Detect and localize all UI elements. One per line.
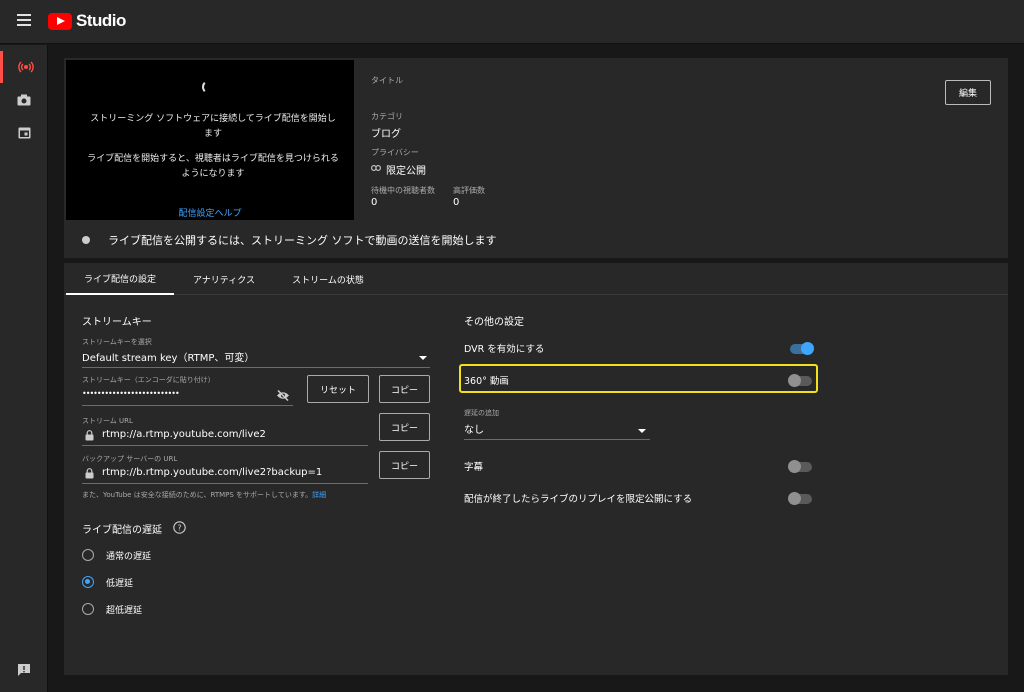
sidebar-item-webcam[interactable] — [0, 84, 48, 116]
latency-normal-radio[interactable] — [82, 549, 94, 561]
edit-button[interactable]: 編集 — [945, 80, 991, 105]
live-broadcast-icon — [17, 61, 34, 73]
stream-preview: ストリーミング ソフトウェアに接続してライブ配信を開始します ライブ配信を開始す… — [66, 60, 354, 220]
category-value: ブログ — [371, 129, 401, 140]
youtube-logo-icon — [48, 12, 72, 30]
dropdown-arrow-icon[interactable] — [419, 356, 427, 360]
lock-icon — [85, 468, 94, 479]
latency-normal-label: 通常の遅延 — [106, 552, 152, 562]
privacy-label: プライバシー — [371, 148, 419, 157]
category-label: カテゴリ — [371, 112, 403, 121]
rtmps-note: また、YouTube は安全な接続のために、RTMPS をサポートしています。詳… — [82, 490, 326, 500]
stream-url-label: ストリーム URL — [82, 417, 133, 425]
title-label: タイトル — [371, 76, 403, 85]
loading-spinner-icon — [202, 80, 216, 94]
tab-stream-settings[interactable]: ライブ配信の設定 — [66, 263, 174, 295]
stream-overview-card: ストリーミング ソフトウェアに接続してライブ配信を開始します ライブ配信を開始す… — [64, 58, 1008, 258]
top-bar: Studio — [0, 0, 1024, 44]
latency-low-radio[interactable] — [82, 576, 94, 588]
stream-status-row: ライブ配信を公開するには、ストリーミング ソフトで動画の送信を開始します — [64, 226, 1008, 258]
dvr-toggle[interactable] — [790, 342, 814, 355]
lock-icon — [85, 430, 94, 441]
link-icon — [371, 165, 381, 171]
hamburger-menu-icon[interactable] — [17, 14, 31, 26]
backup-url-field[interactable]: rtmp://b.rtmp.youtube.com/live2?backup=1 — [102, 467, 322, 478]
settings-help-link[interactable]: 配信設定ヘルプ — [66, 206, 354, 219]
svg-text:?: ? — [177, 524, 181, 533]
latency-ultralow-label: 超低遅延 — [106, 606, 143, 616]
settings-tabs: ライブ配信の設定 アナリティクス ストリームの状態 — [64, 263, 1008, 295]
rtmps-note-text: また、YouTube は安全な接続のために、RTMPS をサポートしています。 — [82, 491, 313, 499]
url-underline — [82, 445, 368, 446]
learn-more-link[interactable]: 詳細 — [312, 491, 326, 499]
preview-message: ストリーミング ソフトウェアに接続してライブ配信を開始します — [90, 114, 336, 139]
tab-analytics[interactable]: アナリティクス — [178, 263, 270, 295]
captions-label: 字幕 — [464, 462, 484, 473]
stream-key-label: ストリームキー（エンコーダに貼り付け） — [82, 376, 215, 384]
reset-button[interactable]: リセット — [307, 375, 369, 403]
stream-key-select[interactable]: Default stream key（RTMP、可変） — [82, 349, 254, 364]
video360-label: 360° 動画 — [464, 376, 509, 387]
replay-unlisted-toggle[interactable] — [788, 492, 812, 505]
stream-url-field[interactable]: rtmp://a.rtmp.youtube.com/live2 — [102, 429, 266, 440]
latency-title: ライブ配信の遅延 — [82, 525, 162, 536]
backup-underline — [82, 483, 368, 484]
privacy-value: 限定公開 — [386, 166, 426, 177]
status-indicator-icon — [82, 236, 90, 244]
sidebar-item-stream[interactable] — [0, 51, 48, 83]
delay-select[interactable]: なし — [464, 421, 484, 436]
video360-toggle[interactable] — [788, 374, 812, 387]
key-underline — [82, 405, 293, 406]
latency-ultralow-radio[interactable] — [82, 603, 94, 615]
help-icon[interactable]: ? — [173, 521, 186, 534]
sidebar — [0, 45, 48, 692]
delay-label: 遅延の追加 — [464, 409, 499, 417]
copy-url-button[interactable]: コピー — [379, 413, 430, 441]
app-name: Studio — [76, 11, 126, 30]
calendar-icon — [18, 127, 30, 138]
viewers-value: 0 — [371, 197, 378, 208]
tab-stream-health[interactable]: ストリームの状態 — [278, 263, 378, 295]
likes-label: 高評価数 — [453, 186, 485, 195]
visibility-off-icon[interactable] — [276, 390, 290, 401]
copy-key-button[interactable]: コピー — [379, 375, 430, 403]
camera-icon — [17, 94, 31, 106]
preview-submessage: ライブ配信を開始すると、視聴者はライブ配信を見つけられるようになります — [87, 154, 339, 179]
viewers-label: 待機中の視聴者数 — [371, 186, 435, 195]
copy-backup-button[interactable]: コピー — [379, 451, 430, 479]
likes-value: 0 — [453, 197, 460, 208]
select-underline — [82, 367, 430, 368]
stream-key-title: ストリームキー — [82, 317, 152, 328]
stream-key-select-label: ストリームキーを選択 — [82, 338, 152, 346]
backup-url-label: バックアップ サーバーの URL — [82, 455, 178, 463]
latency-low-label: 低遅延 — [106, 579, 134, 589]
captions-toggle[interactable] — [788, 460, 812, 473]
delay-underline — [464, 439, 650, 440]
sidebar-item-manage[interactable] — [0, 116, 48, 148]
studio-logo[interactable]: Studio — [48, 11, 126, 31]
video360-highlight — [459, 364, 818, 393]
stream-key-field[interactable]: •••••••••••••••••••••••••• — [82, 389, 180, 398]
status-text: ライブ配信を公開するには、ストリーミング ソフトで動画の送信を開始します — [108, 234, 497, 247]
feedback-icon[interactable] — [17, 662, 31, 676]
dropdown-arrow-icon[interactable] — [638, 429, 646, 433]
settings-card: ライブ配信の設定 アナリティクス ストリームの状態 ストリームキー ストリームキ… — [64, 263, 1008, 675]
replay-unlisted-label: 配信が終了したらライブのリプレイを限定公開にする — [464, 494, 693, 505]
dvr-label: DVR を有効にする — [464, 344, 545, 355]
other-settings-title: その他の設定 — [464, 317, 524, 328]
